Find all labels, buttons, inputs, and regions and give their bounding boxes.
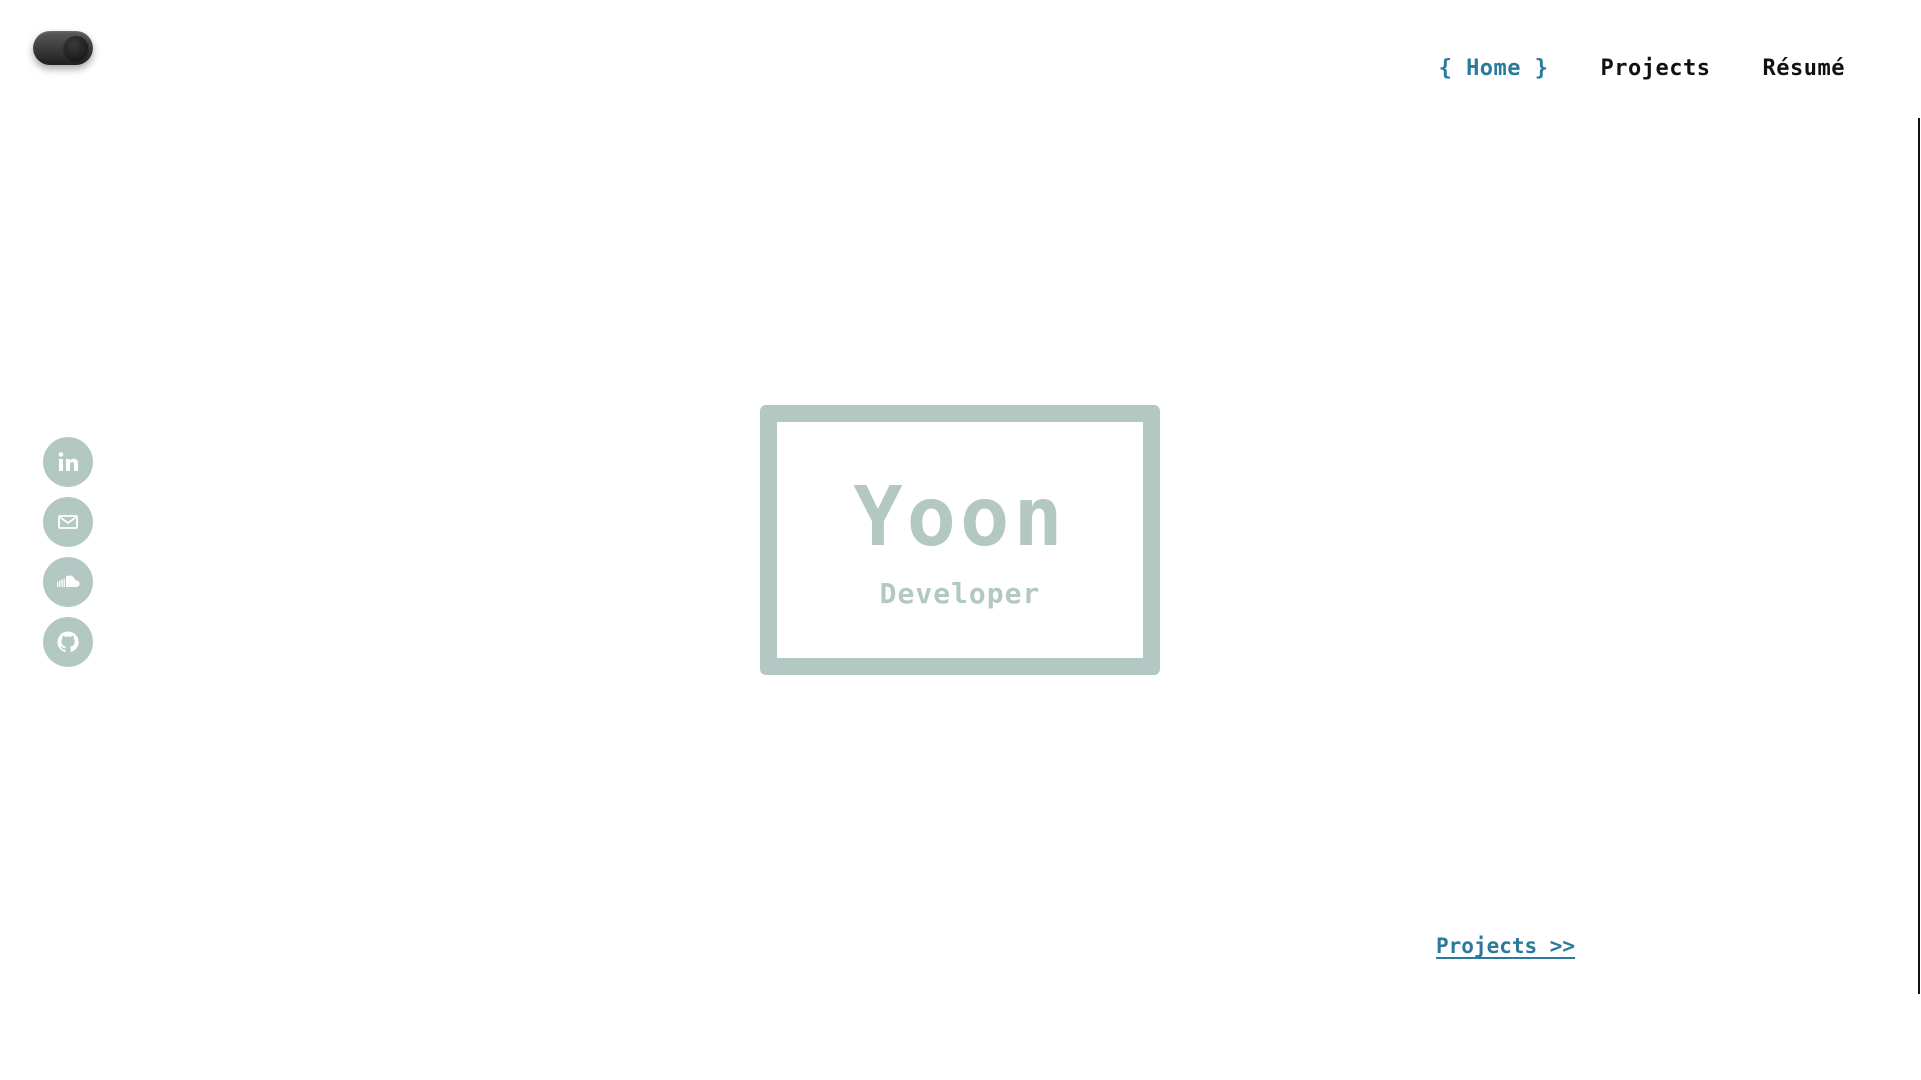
brace-open: { bbox=[1438, 56, 1453, 81]
nav-home[interactable]: { Home } bbox=[1439, 56, 1549, 81]
social-links bbox=[43, 437, 93, 667]
toggle-knob bbox=[64, 36, 88, 60]
soundcloud-button[interactable] bbox=[43, 557, 93, 607]
email-button[interactable] bbox=[43, 497, 93, 547]
github-button[interactable] bbox=[43, 617, 93, 667]
nav-resume[interactable]: Résumé bbox=[1763, 56, 1845, 81]
linkedin-icon bbox=[58, 452, 78, 471]
right-edge-divider bbox=[1918, 118, 1920, 994]
hero-name: Yoon bbox=[853, 469, 1067, 565]
page: { Home } Projects Résumé Yoon Developer … bbox=[0, 0, 1921, 1080]
brace-close: } bbox=[1534, 56, 1549, 81]
linkedin-button[interactable] bbox=[43, 437, 93, 487]
projects-next-link[interactable]: Projects >> bbox=[1436, 934, 1575, 958]
soundcloud-icon bbox=[57, 575, 80, 587]
hero-card: Yoon Developer bbox=[760, 405, 1160, 675]
github-icon bbox=[57, 631, 79, 652]
main-nav: { Home } Projects Résumé bbox=[1387, 56, 1845, 81]
nav-projects[interactable]: Projects bbox=[1601, 56, 1711, 81]
theme-toggle[interactable] bbox=[33, 31, 93, 65]
hero-role: Developer bbox=[879, 576, 1041, 610]
mail-icon bbox=[58, 515, 78, 529]
nav-home-label: Home bbox=[1466, 56, 1522, 81]
